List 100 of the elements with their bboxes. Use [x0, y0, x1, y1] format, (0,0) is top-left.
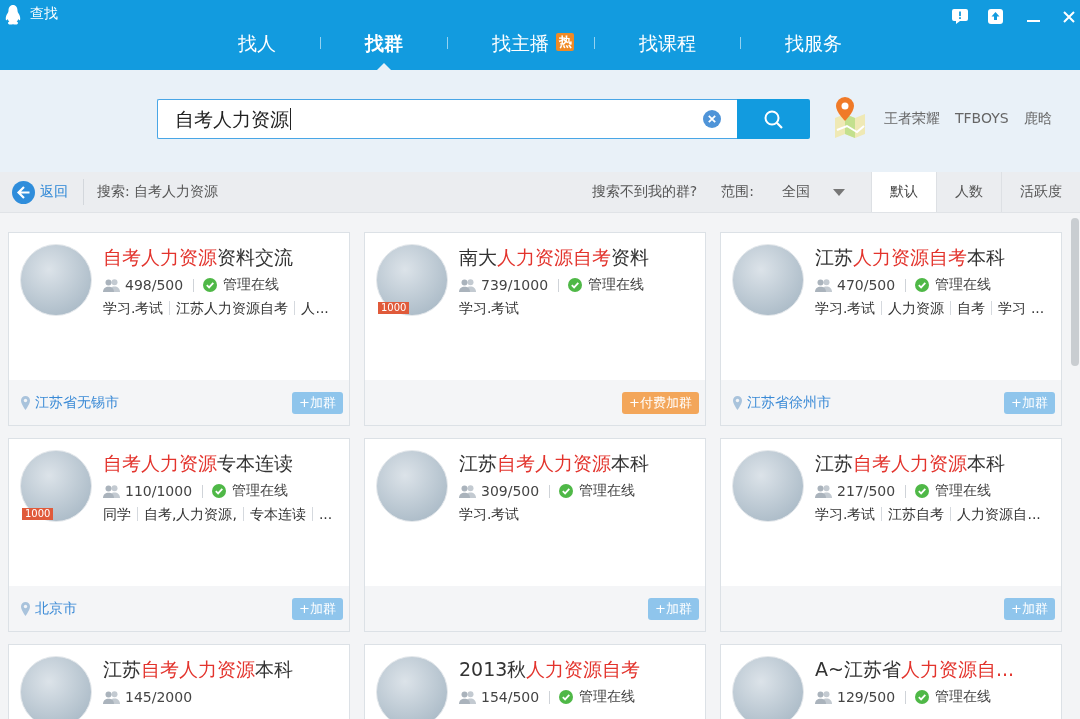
- level-badge: 1000: [22, 508, 54, 520]
- group-title[interactable]: 自考人力资源资料交流: [103, 244, 343, 270]
- scrollbar[interactable]: [1071, 218, 1079, 366]
- group-tag: 学习.考试: [459, 507, 526, 521]
- avatar-placeholder: [376, 656, 448, 719]
- group-tag: 江苏人力资源自考: [169, 301, 295, 315]
- member-count: 470/500: [837, 277, 896, 293]
- group-title[interactable]: 南大人力资源自考资料: [459, 244, 699, 270]
- location-pin-icon: [21, 395, 30, 410]
- group-tag: 学习 ...: [991, 301, 1051, 315]
- location-text: 江苏省徐州市: [747, 393, 831, 412]
- admin-status: 管理在线: [579, 482, 636, 500]
- group-card[interactable]: 江苏自考人力资源本科 217/500 管理在线 学习.考试 江苏自考 人力资源自... +加群: [720, 438, 1062, 632]
- arrow-left-icon: [12, 180, 35, 204]
- window-title: 查找: [30, 5, 58, 21]
- location-text: 北京市: [35, 599, 77, 618]
- sort-tab[interactable]: 活跃度: [1001, 172, 1080, 212]
- check-icon: [915, 690, 930, 704]
- search-icon: [764, 109, 783, 129]
- map-pin-icon[interactable]: [833, 96, 867, 138]
- member-count: 498/500: [125, 277, 184, 293]
- group-title[interactable]: 自考人力资源专本连读: [103, 450, 343, 476]
- speech-bubble-icon[interactable]: [952, 9, 968, 24]
- check-icon: [915, 484, 930, 498]
- group-card[interactable]: 自考人力资源资料交流 498/500 管理在线 学习.考试 江苏人力资源自考 人... 江苏省无锡市 +加群: [8, 232, 350, 426]
- sort-tab[interactable]: 人数: [936, 172, 1001, 212]
- group-title[interactable]: 2013秋人力资源自考: [459, 656, 699, 682]
- search-field[interactable]: 自考人力资源: [157, 99, 737, 139]
- group-tag: 人力资源自...: [950, 507, 1047, 521]
- check-icon: [568, 278, 583, 292]
- back-button[interactable]: 返回: [12, 180, 68, 204]
- close-icon[interactable]: [1063, 11, 1075, 23]
- group-title[interactable]: 江苏自考人力资源本科: [103, 656, 343, 682]
- people-icon: [103, 484, 120, 498]
- check-icon: [915, 278, 930, 292]
- group-tag: 学习.考试: [815, 301, 882, 315]
- location-pin-icon: [733, 395, 742, 410]
- group-tag: 学习.考试: [815, 507, 882, 521]
- member-count: 309/500: [481, 483, 540, 499]
- group-tag: 学习.考试: [459, 301, 526, 315]
- group-tag: 人力资源: [881, 301, 951, 315]
- people-icon: [459, 484, 476, 498]
- clear-icon[interactable]: [703, 110, 721, 128]
- group-tag: 人...: [294, 301, 335, 315]
- location-text: 江苏省无锡市: [35, 393, 119, 412]
- people-icon: [815, 484, 832, 498]
- search-button[interactable]: [737, 99, 810, 139]
- caret-icon: [833, 188, 845, 196]
- group-title[interactable]: 江苏人力资源自考本科: [815, 244, 1055, 270]
- member-count: 217/500: [837, 483, 896, 499]
- hot-word-link[interactable]: TFBOYS: [955, 110, 1009, 128]
- admin-status: 管理在线: [232, 482, 289, 500]
- group-card[interactable]: 2013秋人力资源自考 154/500 管理在线: [364, 644, 706, 719]
- member-count: 129/500: [837, 689, 896, 705]
- location-pin-icon: [21, 601, 30, 616]
- hot-word-link[interactable]: 王者荣耀: [884, 110, 940, 128]
- group-title[interactable]: A~江苏省人力资源自...: [815, 656, 1055, 682]
- admin-status: 管理在线: [935, 482, 992, 500]
- people-icon: [815, 690, 832, 704]
- check-icon: [212, 484, 227, 498]
- check-icon: [203, 278, 218, 292]
- group-title[interactable]: 江苏自考人力资源本科: [459, 450, 699, 476]
- group-card[interactable]: 江苏自考人力资源本科 309/500 管理在线 学习.考试 +加群: [364, 438, 706, 632]
- hot-badge: 热: [556, 33, 574, 51]
- people-icon: [459, 278, 476, 292]
- group-tag: 学习.考试: [103, 301, 170, 315]
- scope-label: 范围:: [721, 183, 754, 201]
- member-count: 145/2000: [125, 689, 193, 705]
- admin-status: 管理在线: [935, 688, 992, 706]
- admin-status: 管理在线: [935, 276, 992, 294]
- people-icon: [103, 278, 120, 292]
- admin-status: 管理在线: [588, 276, 645, 294]
- avatar-placeholder: [732, 656, 804, 719]
- check-icon: [559, 690, 574, 704]
- level-badge: 1000: [378, 302, 410, 314]
- group-tag: 同学: [103, 507, 137, 521]
- people-icon: [103, 690, 120, 704]
- group-card[interactable]: 江苏人力资源自考本科 470/500 管理在线 学习.考试 人力资源 自考 学习 ... 江苏省徐州市 +加群: [720, 232, 1062, 426]
- hot-word-link[interactable]: 鹿晗: [1023, 110, 1052, 128]
- people-icon: [459, 690, 476, 704]
- group-tag: 江苏自考: [881, 507, 951, 521]
- search-query-label: 搜索: 自考人力资源: [97, 183, 219, 201]
- member-count: 110/1000: [125, 483, 193, 499]
- scope-dropdown[interactable]: 全国: [782, 183, 845, 201]
- help-link[interactable]: 搜索不到我的群?: [591, 183, 698, 201]
- group-tag: 专本连读: [242, 507, 312, 521]
- group-card[interactable]: 江苏自考人力资源本科 145/2000: [8, 644, 350, 719]
- sort-tab[interactable]: 默认: [871, 172, 936, 212]
- upload-icon[interactable]: [988, 9, 1003, 24]
- admin-status: 管理在线: [223, 276, 280, 294]
- penguin-icon: [5, 5, 21, 25]
- group-card[interactable]: 1000 南大人力资源自考资料 739/1000 管理在线 学习.考试 +付费加群: [364, 232, 706, 426]
- group-tag: 自考,人力资源,: [137, 507, 243, 521]
- people-icon: [815, 278, 832, 292]
- group-title[interactable]: 江苏自考人力资源本科: [815, 450, 1055, 476]
- group-card[interactable]: A~江苏省人力资源自... 129/500 管理在线: [720, 644, 1062, 719]
- member-count: 739/1000: [481, 277, 549, 293]
- admin-status: 管理在线: [579, 688, 636, 706]
- group-card[interactable]: 1000 自考人力资源专本连读 110/1000 管理在线 同学 自考,人力资源, 专本连读 ... 北京市 +加群: [8, 438, 350, 632]
- group-tag: 自考: [950, 301, 992, 315]
